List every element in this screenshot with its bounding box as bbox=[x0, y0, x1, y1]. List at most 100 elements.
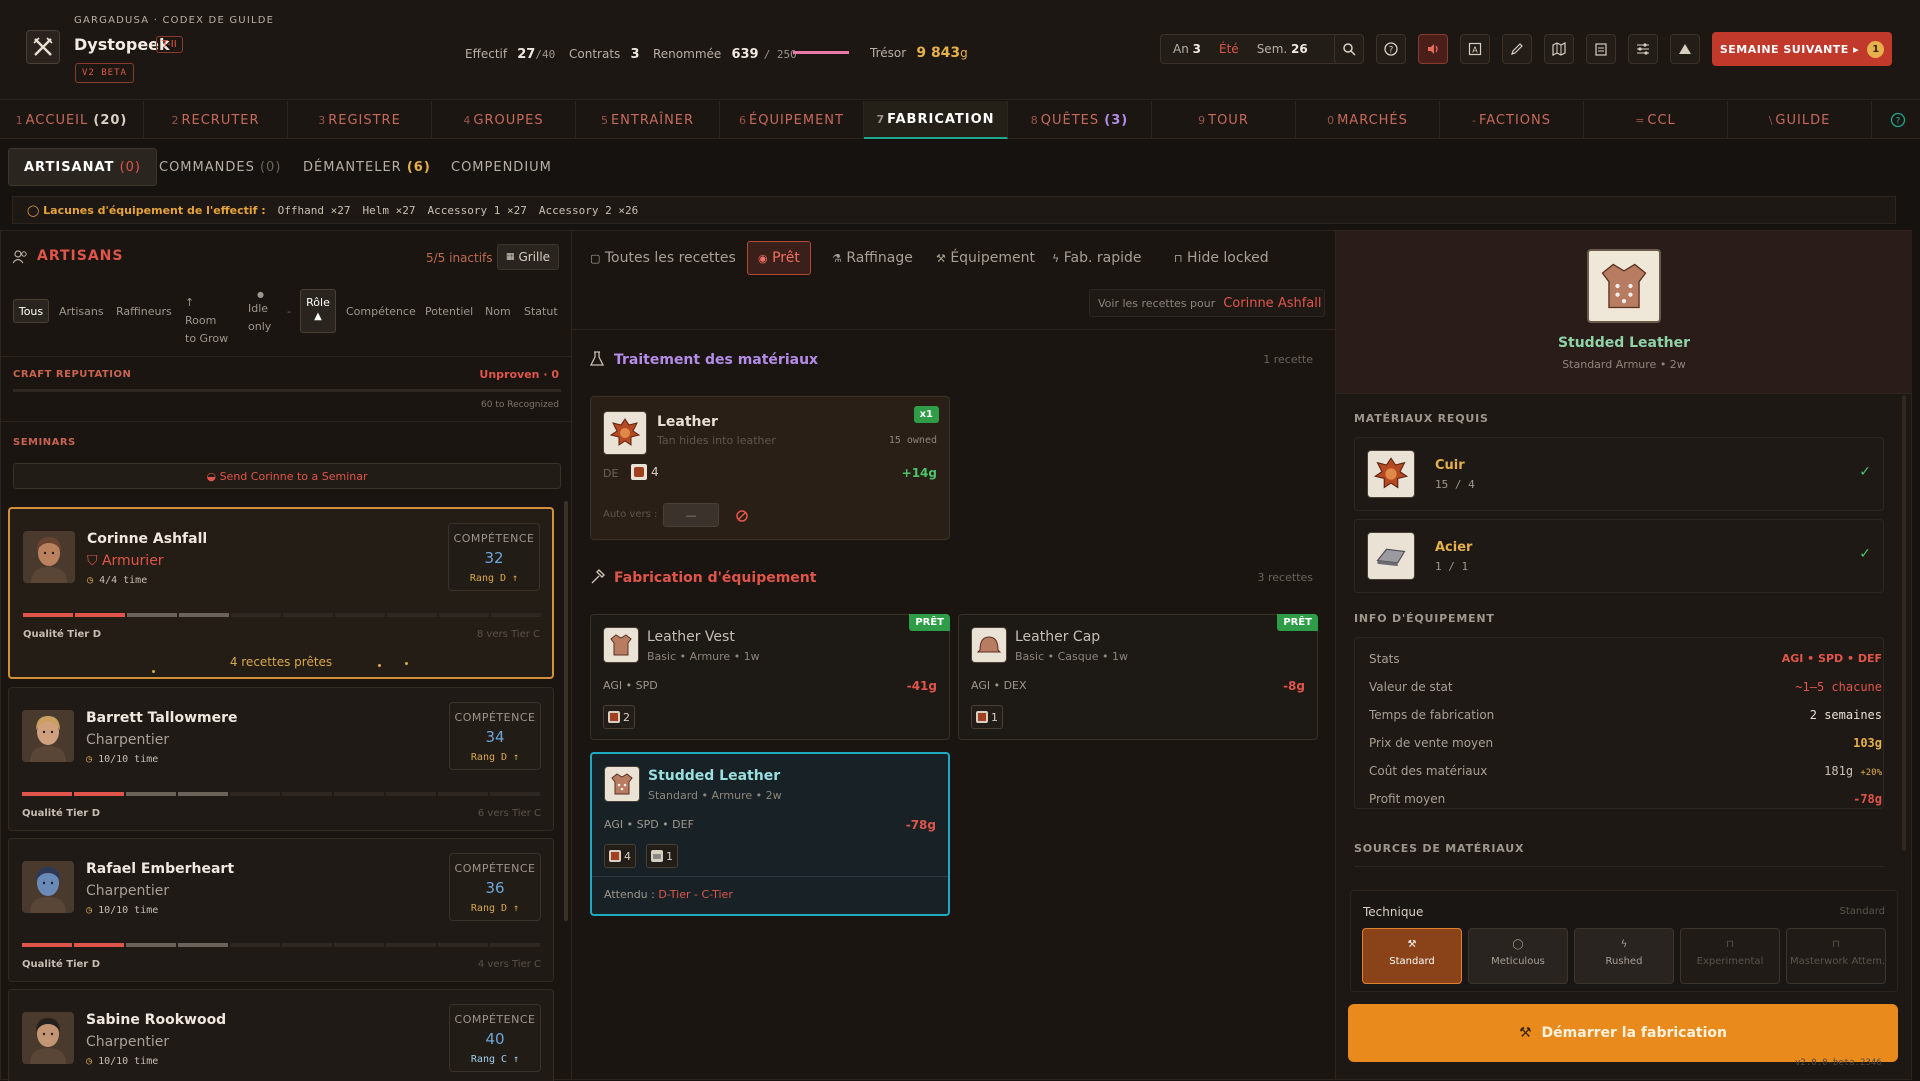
lock-icon: ⊓ bbox=[1726, 939, 1734, 950]
recipe-card-leather[interactable]: Leather Tan hides into leather x1 15 own… bbox=[590, 396, 950, 540]
recipe-card-leather-cap[interactable]: Leather Cap Basic • Casque • 1w PRÊT AGI… bbox=[958, 614, 1318, 740]
quality-segment bbox=[334, 943, 384, 947]
technique-experimental[interactable]: ⊓ Experimental bbox=[1680, 928, 1780, 984]
alert-button[interactable] bbox=[1670, 34, 1700, 64]
nav-tab-equipement[interactable]: 6 ÉQUIPEMENT bbox=[720, 101, 864, 139]
nav-tab-fabrication[interactable]: 7 FABRICATION bbox=[864, 101, 1008, 139]
artisan-card[interactable]: Rafael Emberheart Charpentier ◷ 10/10 ti… bbox=[8, 838, 554, 982]
technique-masterwork[interactable]: ⊓ Masterwork Attem... bbox=[1786, 928, 1886, 984]
recipe-tab-all[interactable]: ▢ Toutes les recettes bbox=[580, 241, 746, 275]
toggle-hide-locked[interactable]: ⊓ Hide locked bbox=[1164, 241, 1279, 275]
edit-button[interactable] bbox=[1502, 34, 1532, 64]
grid-toggle-button[interactable]: ▦ Grille bbox=[497, 244, 559, 270]
detail-scrollbar[interactable] bbox=[1902, 395, 1906, 851]
info-label: Profit moyen bbox=[1369, 792, 1446, 806]
info-value-stat-range: ~1–5 chacune bbox=[1795, 680, 1882, 694]
section-title-crafting: Fabrication d'équipement bbox=[614, 570, 817, 586]
filter-idle-only[interactable]: ● Idle only bbox=[248, 286, 282, 336]
info-label: Prix de vente moyen bbox=[1369, 736, 1494, 750]
graduation-cap-icon: ◒ bbox=[206, 469, 217, 483]
guild-crest-icon[interactable] bbox=[26, 30, 60, 64]
quality-segment bbox=[178, 792, 228, 796]
filter-separator: - bbox=[287, 305, 291, 318]
avatar bbox=[22, 861, 74, 913]
quality-segment bbox=[179, 613, 229, 617]
quality-progress-bar bbox=[22, 943, 540, 947]
search-button[interactable] bbox=[1334, 34, 1364, 64]
nav-help-icon[interactable]: ? bbox=[1890, 112, 1906, 132]
nav-tab-ccl[interactable]: = CCL bbox=[1584, 101, 1728, 139]
nav-tab-registre[interactable]: 3 REGISTRE bbox=[288, 101, 432, 139]
sort-role-button[interactable]: Rôle ▲ bbox=[300, 289, 336, 333]
artisan-card[interactable]: Sabine Rookwood Charpentier ◷ 10/10 time… bbox=[8, 989, 554, 1081]
subtab-compendium[interactable]: COMPENDIUM bbox=[436, 148, 567, 186]
text-icon: A bbox=[1468, 42, 1482, 56]
nav-tab-tour[interactable]: 9 TOUR bbox=[1152, 101, 1296, 139]
artisan-card[interactable]: Corinne Ashfall ⛉ Armurier ◷ 4/4 time CO… bbox=[8, 507, 554, 679]
filter-artisans[interactable]: Artisans bbox=[59, 305, 104, 318]
subtab-demanteler[interactable]: DÉMANTELER (6) bbox=[288, 148, 446, 186]
sources-list bbox=[1354, 866, 1884, 872]
ready-badge: PRÊT bbox=[1277, 614, 1318, 631]
recipe-tab-quick[interactable]: ϟ Fab. rapide bbox=[1042, 241, 1151, 275]
recipe-card-studded-leather[interactable]: Studded Leather Standard • Armure • 2w A… bbox=[590, 752, 950, 916]
craft-rep-label: CRAFT REPUTATION bbox=[13, 369, 132, 380]
material-row-cuir: Cuir 15 / 4 ✓ bbox=[1354, 437, 1884, 511]
competence-box: COMPÉTENCE 32 Rang D ↑ bbox=[448, 523, 540, 591]
recipe-tab-refining[interactable]: ⚗ Raffinage bbox=[822, 241, 923, 275]
auto-target-input[interactable]: — bbox=[663, 503, 719, 527]
sort-status[interactable]: Statut bbox=[524, 305, 558, 318]
nav-tab-guilde[interactable]: \ GUILDE bbox=[1728, 101, 1872, 139]
technique-standard[interactable]: ⚒ Standard bbox=[1362, 928, 1462, 984]
filter-refiners[interactable]: Raffineurs bbox=[116, 305, 172, 318]
seminar-button[interactable]: ◒ Send Corinne to a Seminar bbox=[13, 463, 561, 489]
nav-tab-accueil[interactable]: 1 ACCUEIL (20) bbox=[0, 101, 144, 139]
quality-segment bbox=[74, 943, 124, 947]
cancel-auto-icon[interactable] bbox=[736, 507, 748, 526]
technique-label: Technique bbox=[1363, 905, 1424, 919]
recipe-view-for[interactable]: Voir les recettes pour Corinne Ashfall bbox=[1089, 289, 1325, 317]
artisan-card[interactable]: Barrett Tallowmere Charpentier ◷ 10/10 t… bbox=[8, 687, 554, 831]
subtab-artisanat[interactable]: ARTISANAT (0) bbox=[8, 148, 157, 186]
settings-button[interactable] bbox=[1628, 34, 1658, 64]
flask-section-icon bbox=[589, 351, 605, 371]
quality-segment bbox=[230, 943, 280, 947]
recipe-tab-equipment[interactable]: ⚒ Équipement bbox=[926, 241, 1045, 275]
sound-button[interactable] bbox=[1418, 34, 1448, 64]
nav-tab-factions[interactable]: - FACTIONS bbox=[1440, 101, 1584, 139]
seminars-label: SEMINARS bbox=[13, 437, 76, 448]
quality-segment bbox=[283, 613, 333, 617]
clock-icon: ◷ bbox=[87, 575, 94, 586]
renown-progress-bar bbox=[793, 51, 849, 54]
recipe-tab-ready[interactable]: ◉ Prêt bbox=[747, 241, 811, 275]
start-crafting-button[interactable]: ⚒ Démarrer la fabrication bbox=[1348, 1004, 1898, 1062]
sort-competence[interactable]: Compétence bbox=[346, 305, 416, 318]
stat-contracts: Contrats 3 bbox=[569, 47, 640, 62]
font-button[interactable]: A bbox=[1460, 34, 1490, 64]
studded-armor-icon bbox=[604, 766, 640, 802]
nav-tab-marches[interactable]: 0 MARCHÉS bbox=[1296, 101, 1440, 139]
nav-tab-recruter[interactable]: 2 RECRUTER bbox=[144, 101, 288, 139]
svg-text:A: A bbox=[1472, 46, 1478, 55]
artisan-list-scrollbar[interactable] bbox=[564, 501, 568, 921]
next-week-button[interactable]: SEMAINE SUIVANTE ▸ 1 bbox=[1712, 32, 1892, 66]
warning-icon: ◯ bbox=[27, 203, 40, 217]
nav-tab-groupes[interactable]: 4 GROUPES bbox=[432, 101, 576, 139]
filter-room-to-grow[interactable]: ↑ Room to Grow bbox=[185, 294, 229, 348]
help-button[interactable]: ? bbox=[1376, 34, 1406, 64]
map-button[interactable] bbox=[1544, 34, 1574, 64]
sort-name[interactable]: Nom bbox=[485, 305, 511, 318]
equipment-gaps-bar: ◯ Lacunes d'équipement de l'effectif : O… bbox=[12, 196, 1896, 224]
technique-meticulous[interactable]: ◯ Meticulous bbox=[1468, 928, 1568, 984]
filter-all[interactable]: Tous bbox=[13, 299, 49, 323]
stat-roster: Effectif 27/40 bbox=[465, 47, 556, 62]
info-value-time: 2 semaines bbox=[1809, 708, 1882, 722]
artisans-title: ARTISANS bbox=[37, 248, 124, 264]
sort-potential[interactable]: Potentiel bbox=[425, 305, 473, 318]
nav-tab-entrainer[interactable]: 5 ENTRAÎNER bbox=[576, 101, 720, 139]
recipe-card-leather-vest[interactable]: Leather Vest Basic • Armure • 1w PRÊT AG… bbox=[590, 614, 950, 740]
notes-button[interactable] bbox=[1586, 34, 1616, 64]
nav-tab-quetes[interactable]: 8 QUÊTES (3) bbox=[1008, 101, 1152, 139]
subtab-commandes[interactable]: COMMANDES (0) bbox=[144, 148, 296, 186]
technique-rushed[interactable]: ϟ Rushed bbox=[1574, 928, 1674, 984]
